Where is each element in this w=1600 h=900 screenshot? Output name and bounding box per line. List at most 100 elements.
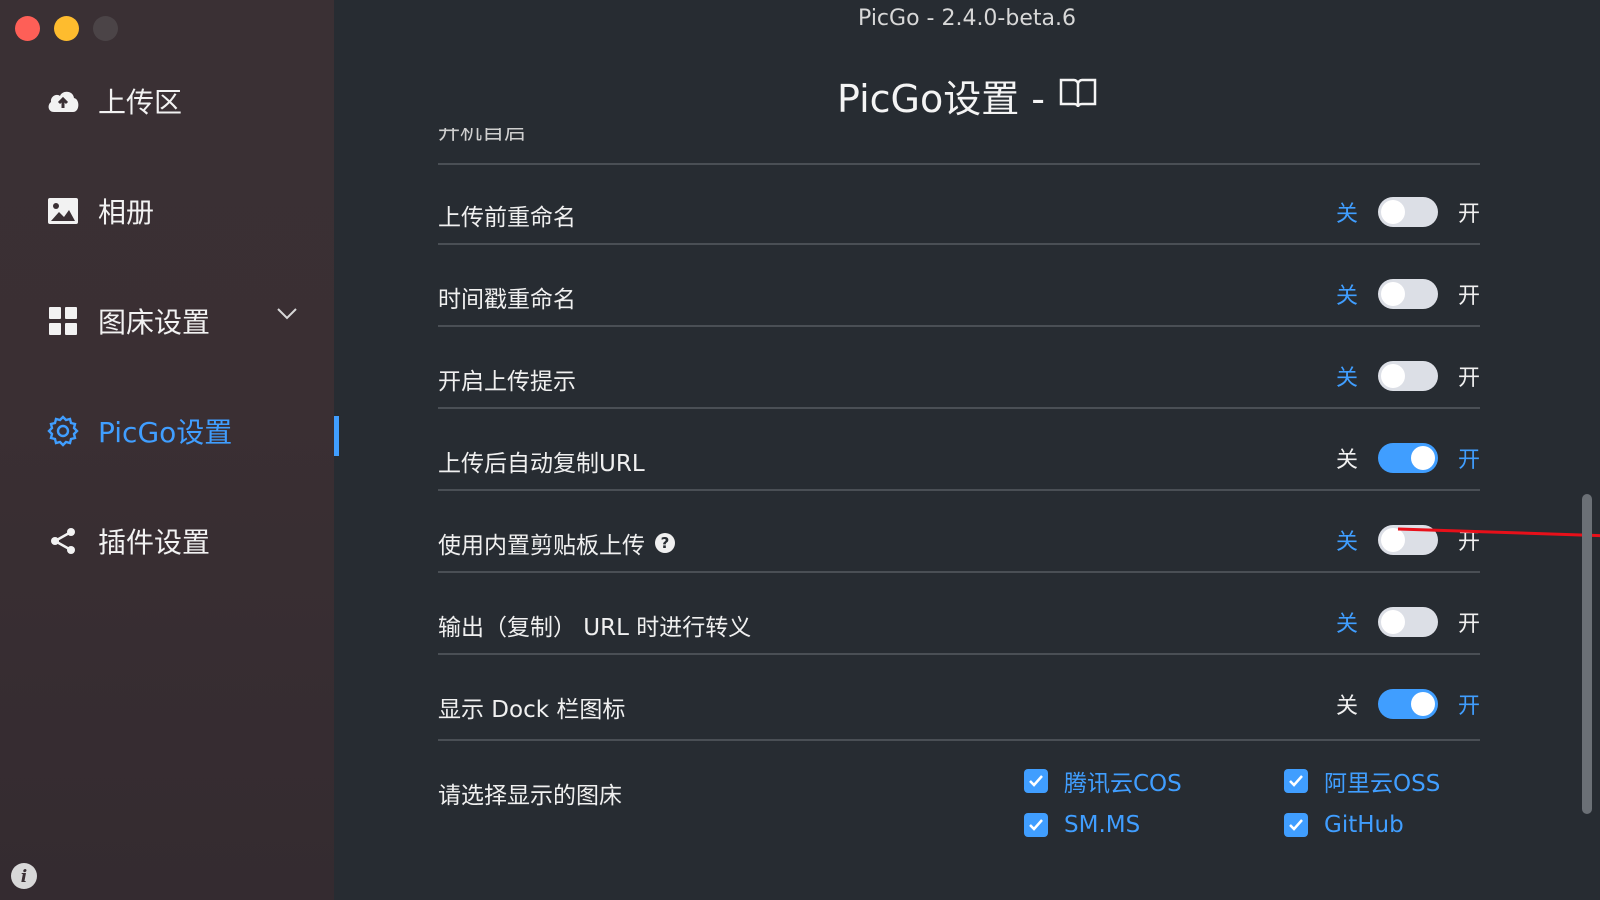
setting-row-clipped: 开机自启 <box>438 128 1480 164</box>
switch-group: 关开 <box>1336 196 1480 228</box>
switch-off-label: 关 <box>1335 612 1358 637</box>
setting-label-text: 上传前重命名 <box>438 205 576 231</box>
toggle-knob <box>1380 200 1405 224</box>
setting-label: 上传后自动复制URL <box>438 444 645 478</box>
switch-group: 关开 <box>1336 688 1480 720</box>
switch-off-label: 关 <box>1335 694 1358 719</box>
toggle-switch[interactable] <box>1377 361 1438 391</box>
window-controls <box>15 16 118 41</box>
picbed-label: GitHub <box>1324 812 1404 838</box>
sidebar-item-gallery[interactable]: 相册 <box>46 186 154 236</box>
switch-on-label: 开 <box>1457 202 1480 227</box>
sidebar-item-picgo-settings[interactable]: PicGo设置 <box>46 406 232 456</box>
switch-off-label: 关 <box>1335 530 1358 555</box>
chevron-down-icon[interactable] <box>276 306 298 325</box>
gear-icon <box>46 414 80 448</box>
picbed-label: 阿里云OSS <box>1324 771 1441 797</box>
zoom-window-button[interactable] <box>93 16 118 41</box>
app-window: 上传区 相册 图床设置 PicGo设置 插件设置 i PicGo - 2.4.0… <box>0 0 1600 900</box>
help-icon[interactable]: ? <box>655 533 675 553</box>
cloud-upload-icon <box>46 84 80 118</box>
switch-off-label: 关 <box>1335 284 1358 309</box>
divider <box>438 243 1480 245</box>
close-window-button[interactable] <box>15 16 40 41</box>
sidebar-item-label: PicGo设置 <box>98 416 233 449</box>
share-icon <box>46 524 80 558</box>
switch-on-label: 开 <box>1457 694 1480 719</box>
checkbox-checked-icon[interactable] <box>1284 813 1308 837</box>
switch-on-label: 开 <box>1457 366 1480 391</box>
setting-label: 请选择显示的图床 <box>438 783 622 809</box>
image-icon <box>46 194 80 228</box>
checkbox-checked-icon[interactable] <box>1024 813 1048 837</box>
book-icon[interactable] <box>1059 74 1097 118</box>
setting-label-text: 上传后自动复制URL <box>438 451 645 477</box>
switch-on-label: 开 <box>1457 284 1480 309</box>
switch-group: 关开 <box>1336 442 1480 474</box>
setting-label-text: 时间戳重命名 <box>438 287 576 313</box>
divider <box>438 489 1480 491</box>
window-title: PicGo - 2.4.0-beta.6 <box>858 6 1076 31</box>
toggle-knob <box>1380 282 1405 306</box>
setting-label: 开机自启 <box>438 128 527 145</box>
toggle-knob <box>1410 692 1435 716</box>
sidebar-item-label: 相册 <box>98 196 155 229</box>
divider <box>438 653 1480 655</box>
sidebar-item-plugin-settings[interactable]: 插件设置 <box>46 516 210 566</box>
picbed-checkbox-oss[interactable]: 阿里云OSS <box>1284 764 1440 798</box>
scrollbar[interactable] <box>1582 494 1592 814</box>
toggle-switch[interactable] <box>1377 607 1438 637</box>
switch-off-label: 关 <box>1335 366 1358 391</box>
switch-on-label: 开 <box>1457 448 1480 473</box>
setting-label: 输出（复制） URL 时进行转义 <box>438 608 751 642</box>
setting-label-text: 输出（复制） URL 时进行转义 <box>438 615 752 641</box>
setting-label: 使用内置剪贴板上传? <box>438 526 675 560</box>
setting-row: 显示 Dock 栏图标关开 <box>438 664 1480 744</box>
toggle-switch[interactable] <box>1377 279 1438 309</box>
picbed-checkbox-github[interactable]: GitHub <box>1284 812 1404 838</box>
switch-group: 关开 <box>1336 360 1480 392</box>
setting-label-text: 显示 Dock 栏图标 <box>438 697 626 723</box>
checkbox-checked-icon[interactable] <box>1024 769 1048 793</box>
switch-group: 关开 <box>1336 278 1480 310</box>
page-title: PicGo设置 - <box>334 68 1600 123</box>
sidebar-item-label: 上传区 <box>98 86 183 119</box>
toggle-switch[interactable] <box>1377 443 1438 473</box>
main-panel: PicGo - 2.4.0-beta.6 PicGo设置 - 开机自启 上传前重… <box>334 0 1600 900</box>
sidebar-item-upload[interactable]: 上传区 <box>46 76 182 126</box>
switch-off-label: 关 <box>1335 448 1358 473</box>
switch-on-label: 开 <box>1457 612 1480 637</box>
picbed-label: 腾讯云COS <box>1064 771 1182 797</box>
picbed-checkbox-cos[interactable]: 腾讯云COS <box>1024 764 1182 798</box>
divider <box>438 739 1480 741</box>
sidebar-item-label: 图床设置 <box>98 306 211 339</box>
info-icon[interactable]: i <box>10 862 38 894</box>
sidebar: 上传区 相册 图床设置 PicGo设置 插件设置 i <box>0 0 334 900</box>
toggle-switch[interactable] <box>1377 689 1438 719</box>
toggle-knob <box>1380 364 1405 388</box>
setting-label: 开启上传提示 <box>438 362 576 396</box>
minimize-window-button[interactable] <box>54 16 79 41</box>
page-title-text: PicGo设置 - <box>836 77 1046 121</box>
toggle-switch[interactable] <box>1377 197 1438 227</box>
divider <box>438 407 1480 409</box>
setting-label: 上传前重命名 <box>438 198 576 232</box>
sidebar-item-picbed-settings[interactable]: 图床设置 <box>46 296 210 346</box>
picbed-checkbox-smms[interactable]: SM.MS <box>1024 812 1140 838</box>
setting-row: 开启上传提示关开 <box>438 336 1480 416</box>
divider <box>438 571 1480 573</box>
toggle-knob <box>1380 610 1405 634</box>
setting-row: 上传后自动复制URL 关开 <box>438 418 1480 498</box>
grid-icon <box>46 304 80 338</box>
switch-group: 关开 <box>1336 606 1480 638</box>
picbed-label: SM.MS <box>1064 812 1141 838</box>
switch-off-label: 关 <box>1335 202 1358 227</box>
setting-row: 使用内置剪贴板上传? 关开 <box>438 500 1480 580</box>
svg-text:i: i <box>21 867 27 887</box>
setting-label-text: 使用内置剪贴板上传 <box>438 533 645 559</box>
annotation-arrow <box>1394 520 1600 554</box>
toggle-knob <box>1410 446 1435 470</box>
setting-label: 显示 Dock 栏图标 <box>438 690 625 724</box>
checkbox-checked-icon[interactable] <box>1284 769 1308 793</box>
divider <box>438 325 1480 327</box>
